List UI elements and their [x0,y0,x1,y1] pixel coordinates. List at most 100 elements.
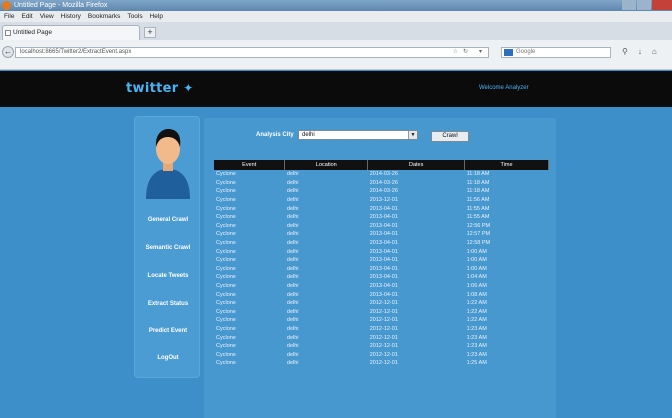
header-dates: Dates [367,160,466,170]
cell-event: Cyclone [216,197,236,204]
city-select[interactable]: delhi ▼ [298,130,418,140]
table-row: Cyclone delhi 2012-12-01 1:22 AM [214,308,549,317]
minimize-button[interactable] [622,0,636,10]
nav-logout[interactable]: LogOut [135,355,201,361]
cell-location: delhi [286,188,299,195]
cell-event: Cyclone [216,171,236,178]
nav-predict-event[interactable]: Predict Event [135,328,201,334]
twitter-bird-icon: ✦ [183,81,194,95]
menu-file[interactable]: File [4,11,14,22]
cell-event: Cyclone [216,325,236,332]
cell-date: 2012-12-01 [369,317,398,324]
cell-date: 2012-12-01 [369,325,398,332]
table-body: Cyclone delhi 2014-03-26 11:18 AM Cyclone del… [214,170,549,368]
new-tab-button[interactable]: + [144,27,156,38]
nav-general-crawl[interactable]: General Crawl [135,217,201,223]
table-header-row: Event Location Dates Time [214,160,549,170]
menu-view[interactable]: View [40,11,54,22]
cell-date: 2012-12-01 [369,343,398,350]
cell-date: 2013-04-01 [369,205,398,212]
cell-time: 1:23 AM [466,351,487,358]
cell-time: 11:18 AM [466,179,490,186]
firefox-icon [2,1,11,10]
menu-history[interactable]: History [61,11,81,22]
chevron-down-icon[interactable]: ▼ [408,131,417,139]
menu-tools[interactable]: Tools [127,11,142,22]
download-icon[interactable]: ↓ [638,47,642,56]
cell-date: 2013-04-01 [369,231,398,238]
cell-time: 12:57 PM [466,231,491,238]
nav-extract-status[interactable]: Extract Status [135,301,201,307]
reload-icon[interactable]: ↻ [463,48,468,57]
table-row: Cyclone delhi 2013-04-01 1:06 AM [214,282,549,291]
cell-location: delhi [286,205,299,212]
back-button[interactable]: ← [2,46,14,58]
cell-event: Cyclone [216,308,236,315]
cell-date: 2013-04-01 [369,291,398,298]
table-row: Cyclone delhi 2012-12-01 1:23 AM [214,342,549,351]
cell-date: 2012-12-01 [369,334,398,341]
cell-date: 2013-04-01 [369,257,398,264]
cell-event: Cyclone [216,257,236,264]
menu-edit[interactable]: Edit [21,11,32,22]
cell-event: Cyclone [216,222,236,229]
cell-location: delhi [286,179,299,186]
cell-location: delhi [286,291,299,298]
maximize-button[interactable] [637,0,651,10]
cell-event: Cyclone [216,231,236,238]
crawl-button[interactable]: Crawl [431,131,469,142]
nav-locate-tweets[interactable]: Locate Tweets [135,273,201,279]
table-row: Cyclone delhi 2013-04-01 11:55 AM [214,213,549,222]
cell-event: Cyclone [216,188,236,195]
table-row: Cyclone delhi 2013-04-01 1:04 AM [214,273,549,282]
close-window-button[interactable] [652,0,672,10]
menu-help[interactable]: Help [150,11,163,22]
cell-date: 2013-04-01 [369,283,398,290]
welcome-text: Welcome Analyzer [479,85,529,91]
bookmark-star-icon[interactable]: ☆ [453,48,458,57]
url-text: localhost:8665/Twitter2/ExtractEvent.asp… [20,49,132,55]
cell-location: delhi [286,308,299,315]
table-row: Cyclone delhi 2012-12-01 1:25 AM [214,359,549,368]
search-icon[interactable]: ⚲ [622,47,628,56]
cell-date: 2012-12-01 [369,308,398,315]
cell-location: delhi [286,343,299,350]
table-row: Cyclone delhi 2013-04-01 1:00 AM [214,247,549,256]
page-favicon-icon [5,30,11,36]
navigation-toolbar: ← localhost:8665/Twitter2/ExtractEvent.a… [0,40,672,70]
cell-event: Cyclone [216,343,236,350]
cell-location: delhi [286,240,299,247]
cell-event: Cyclone [216,274,236,281]
cell-time: 1:04 AM [466,274,487,281]
cell-time: 12:56 PM [466,222,491,229]
cell-date: 2013-12-01 [369,197,398,204]
search-bar[interactable]: Google [501,47,611,58]
cell-location: delhi [286,214,299,221]
window-controls [621,0,672,10]
table-row: Cyclone delhi 2012-12-01 1:22 AM [214,316,549,325]
url-bar[interactable]: localhost:8665/Twitter2/ExtractEvent.asp… [15,47,489,58]
tab-untitled-page[interactable]: Untitled Page [2,25,140,40]
cell-time: 1:08 AM [466,291,487,298]
cell-location: delhi [286,248,299,255]
cell-location: delhi [286,274,299,281]
cell-time: 11:18 AM [466,188,490,195]
table-row: Cyclone delhi 2012-12-01 1:23 AM [214,333,549,342]
search-engine-icon[interactable] [504,49,513,56]
table-row: Cyclone delhi 2014-03-26 11:18 AM [214,179,549,188]
cell-location: delhi [286,197,299,204]
cell-event: Cyclone [216,283,236,290]
city-select-value: delhi [302,132,315,138]
site-header: twitter ✦ Welcome Analyzer [0,71,672,107]
table-row: Cyclone delhi 2014-03-26 11:18 AM [214,187,549,196]
nav-semantic-crawl[interactable]: Semantic Crawl [135,245,201,251]
menu-bookmarks[interactable]: Bookmarks [88,11,121,22]
cell-date: 2014-03-26 [369,171,398,178]
cell-event: Cyclone [216,360,236,367]
window-titlebar: Untitled Page - Mozilla Firefox [0,0,672,11]
cell-location: delhi [286,257,299,264]
home-icon[interactable]: ⌂ [652,47,657,56]
menu-bar: File Edit View History Bookmarks Tools H… [0,11,672,22]
user-avatar-icon [146,129,190,199]
url-dropdown-icon[interactable]: ▾ [479,48,482,57]
